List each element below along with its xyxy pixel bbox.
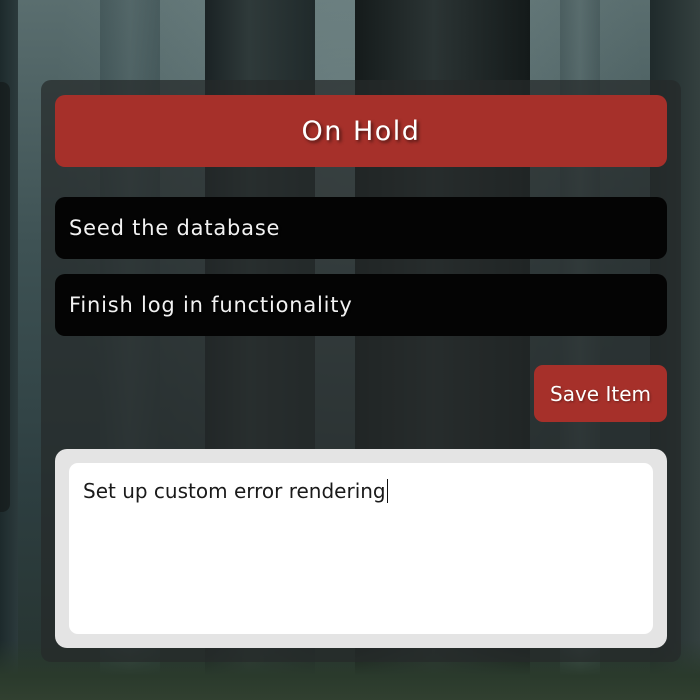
text-caret <box>386 479 389 503</box>
save-item-button[interactable]: Save Item <box>534 365 667 422</box>
new-item-textarea[interactable]: Set up custom error rendering <box>69 463 653 634</box>
column-title: On Hold <box>55 95 667 167</box>
task-item-seed-database[interactable]: Seed the database <box>55 197 667 259</box>
task-item-finish-login[interactable]: Finish log in functionality <box>55 274 667 336</box>
new-item-form: Set up custom error rendering <box>55 449 667 648</box>
new-item-text: Set up custom error rendering <box>83 479 386 503</box>
adjacent-column-edge <box>0 82 10 512</box>
on-hold-column: On Hold Seed the database Finish log in … <box>41 80 681 662</box>
